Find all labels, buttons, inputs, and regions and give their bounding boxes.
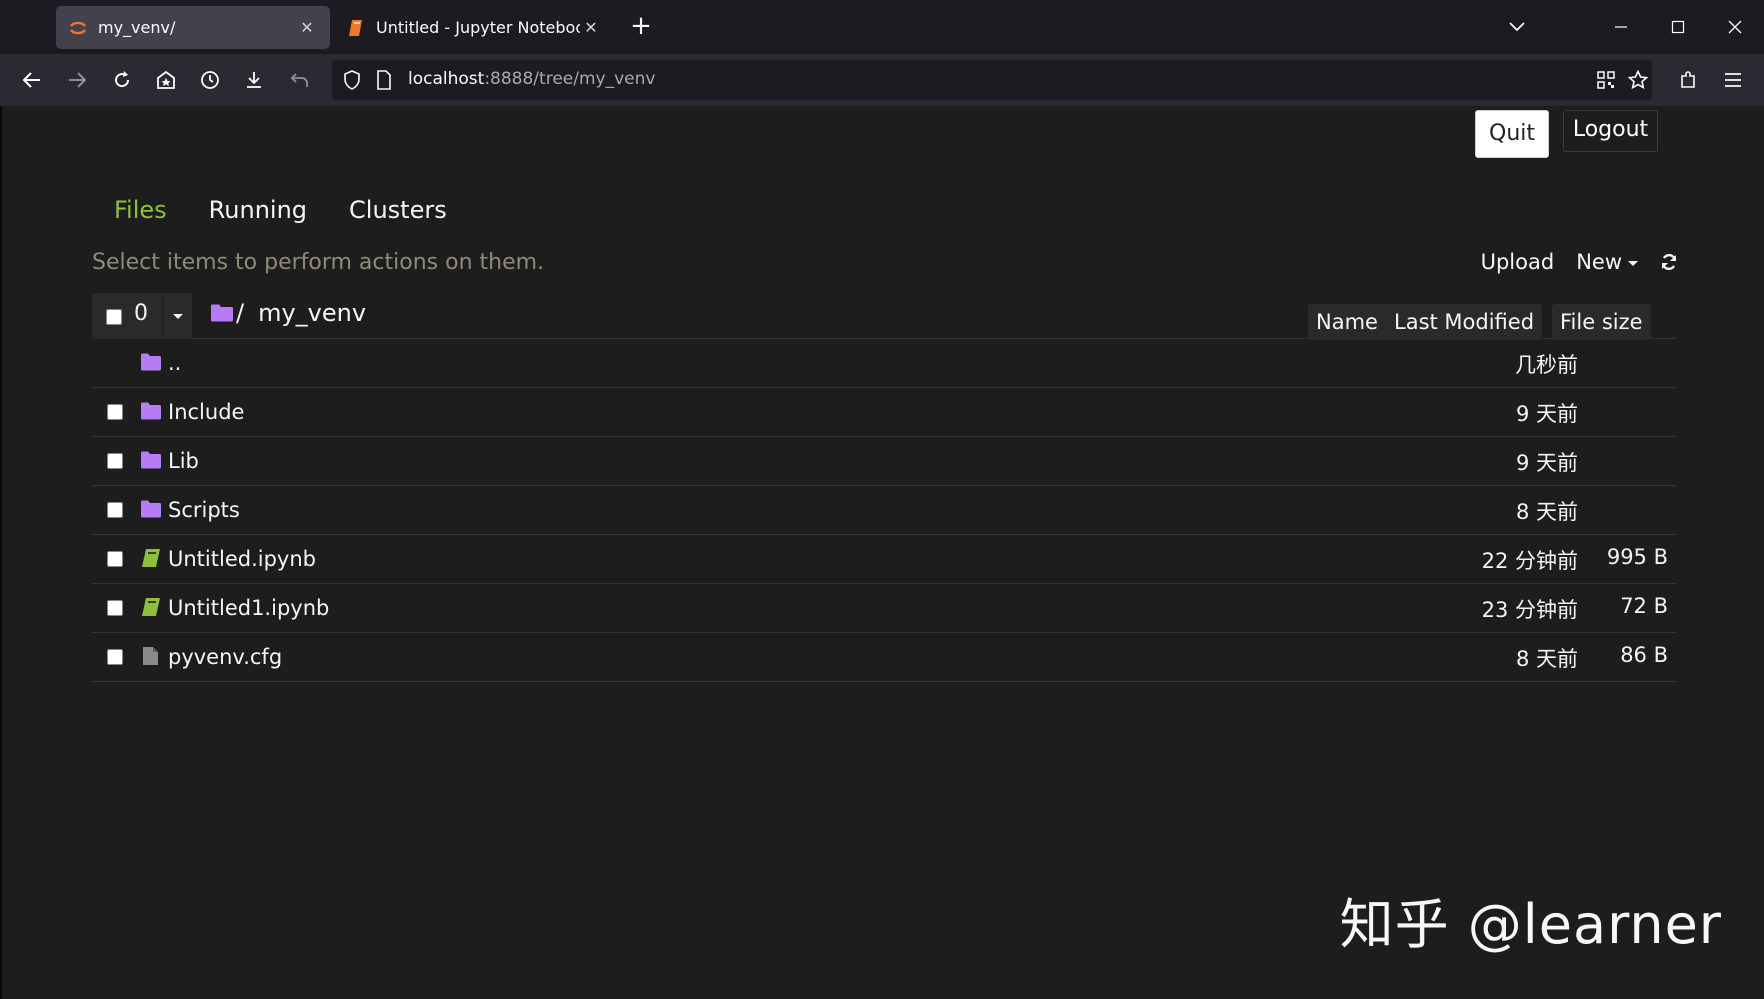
file-modified: 8 天前 [1515, 647, 1578, 671]
file-list-header: 0 / my_venv Name Last Modified File size [92, 293, 1676, 340]
file-list: .. 几秒前 Include 9 天前 Lib 9 天前 Scripts 8 天前 Untitl… [92, 339, 1676, 682]
file-name-link[interactable]: pyvenv.cfg [168, 645, 282, 669]
file-row[interactable]: .. 几秒前 [92, 339, 1676, 388]
watermark-text: 知乎 @learner [1339, 893, 1722, 956]
quit-button[interactable]: Quit [1475, 110, 1549, 158]
close-tab-icon[interactable]: ✕ [580, 18, 602, 37]
history-icon[interactable] [194, 64, 226, 96]
row-checkbox[interactable] [107, 551, 123, 567]
bookmark-star-icon[interactable] [1626, 68, 1650, 92]
file-modified: 23 分钟前 [1481, 598, 1578, 622]
file-row[interactable]: Scripts 8 天前 [92, 486, 1676, 535]
list-all-tabs-icon[interactable] [1500, 12, 1534, 42]
new-label: New [1576, 250, 1622, 274]
jupyter-logo-icon [70, 21, 86, 34]
shield-icon[interactable] [340, 68, 364, 92]
file-name-link[interactable]: Scripts [168, 498, 240, 522]
file-size: 995 B [1606, 545, 1668, 569]
folder-icon [141, 402, 161, 420]
selected-count: 0 [134, 301, 148, 326]
sort-by-modified-button[interactable]: Last Modified [1386, 304, 1543, 340]
file-modified: 9 天前 [1515, 451, 1578, 475]
back-icon[interactable] [16, 64, 48, 96]
file-modified: 22 分钟前 [1481, 549, 1578, 573]
reload-icon[interactable] [106, 64, 138, 96]
folder-icon [141, 353, 161, 371]
logout-button[interactable]: Logout [1563, 110, 1658, 152]
breadcrumb: / my_venv [210, 299, 366, 327]
close-window-icon[interactable] [1718, 12, 1752, 42]
breadcrumb-folder-link[interactable]: my_venv [258, 299, 366, 327]
tab-untitled-notebook[interactable]: Untitled - Jupyter Notebook ✕ [334, 6, 614, 49]
tab-running[interactable]: Running [209, 196, 307, 224]
file-name-link[interactable]: Untitled.ipynb [168, 547, 316, 571]
file-row[interactable]: Lib 9 天前 [92, 437, 1676, 486]
url-text[interactable]: localhost:8888/tree/my_venv [408, 69, 655, 89]
row-checkbox[interactable] [107, 502, 123, 518]
file-icon [143, 647, 158, 665]
notebook-icon [142, 598, 160, 616]
file-name-link[interactable]: Include [168, 400, 244, 424]
file-name-link[interactable]: Lib [168, 449, 199, 473]
file-size: 72 B [1620, 594, 1668, 618]
tab-files[interactable]: Files [114, 196, 167, 224]
select-dropdown-button[interactable] [162, 293, 192, 339]
breadcrumb-separator: / [236, 299, 245, 327]
close-tab-icon[interactable]: ✕ [296, 18, 318, 37]
tab-my-venv[interactable]: my_venv/ ✕ [56, 6, 330, 49]
downloads-icon[interactable] [238, 64, 270, 96]
menu-icon[interactable] [1717, 64, 1749, 96]
extensions-icon[interactable] [1672, 64, 1704, 96]
file-modified: 几秒前 [1515, 353, 1578, 377]
url-path: :8888/tree/my_venv [484, 69, 656, 89]
qr-code-icon[interactable] [1594, 68, 1618, 92]
browser-navbar: localhost:8888/tree/my_venv [0, 54, 1764, 106]
folder-icon [141, 500, 161, 518]
file-row[interactable]: Untitled.ipynb 22 分钟前 995 B [92, 535, 1676, 584]
file-toolbar: Upload New [1481, 250, 1678, 274]
bookmark-house-icon[interactable] [150, 64, 182, 96]
new-tab-button[interactable]: + [626, 12, 656, 42]
file-row[interactable]: Include 9 天前 [92, 388, 1676, 437]
caret-down-icon [1628, 260, 1638, 266]
main-tabs: Files Running Clusters [114, 196, 447, 224]
select-all-checkbox[interactable] [106, 309, 122, 325]
url-host: localhost [408, 69, 485, 89]
notebook-icon [349, 19, 362, 36]
row-checkbox[interactable] [107, 453, 123, 469]
jupyter-file-browser: Quit Logout Files Running Clusters Selec… [0, 106, 1764, 999]
row-checkbox[interactable] [107, 404, 123, 420]
notebook-icon [142, 549, 160, 567]
maximize-icon[interactable] [1661, 12, 1695, 42]
file-modified: 8 天前 [1515, 500, 1578, 524]
selection-hint: Select items to perform actions on them. [92, 250, 545, 275]
folder-icon [141, 451, 161, 469]
forward-icon[interactable] [61, 64, 93, 96]
select-all-control[interactable]: 0 [92, 293, 192, 339]
tab-title: Untitled - Jupyter Notebook [376, 18, 580, 37]
url-bar[interactable]: localhost:8888/tree/my_venv [332, 60, 1652, 100]
upload-button[interactable]: Upload [1481, 250, 1555, 274]
file-row[interactable]: pyvenv.cfg 8 天前 86 B [92, 633, 1676, 682]
tab-clusters[interactable]: Clusters [349, 196, 447, 224]
folder-icon[interactable] [210, 303, 234, 323]
caret-down-icon [172, 313, 183, 319]
minimize-icon[interactable] [1604, 12, 1638, 42]
row-checkbox[interactable] [107, 649, 123, 665]
browser-titlebar: my_venv/ ✕ Untitled - Jupyter Notebook ✕… [0, 0, 1764, 54]
file-modified: 9 天前 [1515, 402, 1578, 426]
file-name-link[interactable]: .. [168, 351, 181, 375]
refresh-icon[interactable] [1660, 253, 1678, 271]
file-row[interactable]: Untitled1.ipynb 23 分钟前 72 B [92, 584, 1676, 633]
undo-close-tab-icon[interactable] [284, 64, 316, 96]
sort-name-label: Name [1316, 310, 1378, 334]
file-size: 86 B [1620, 643, 1668, 667]
file-name-link[interactable]: Untitled1.ipynb [168, 596, 329, 620]
row-checkbox[interactable] [107, 600, 123, 616]
page-info-icon[interactable] [372, 68, 396, 92]
sort-by-size-button[interactable]: File size [1552, 304, 1651, 340]
tab-title: my_venv/ [98, 18, 176, 37]
new-dropdown-button[interactable]: New [1576, 250, 1638, 274]
